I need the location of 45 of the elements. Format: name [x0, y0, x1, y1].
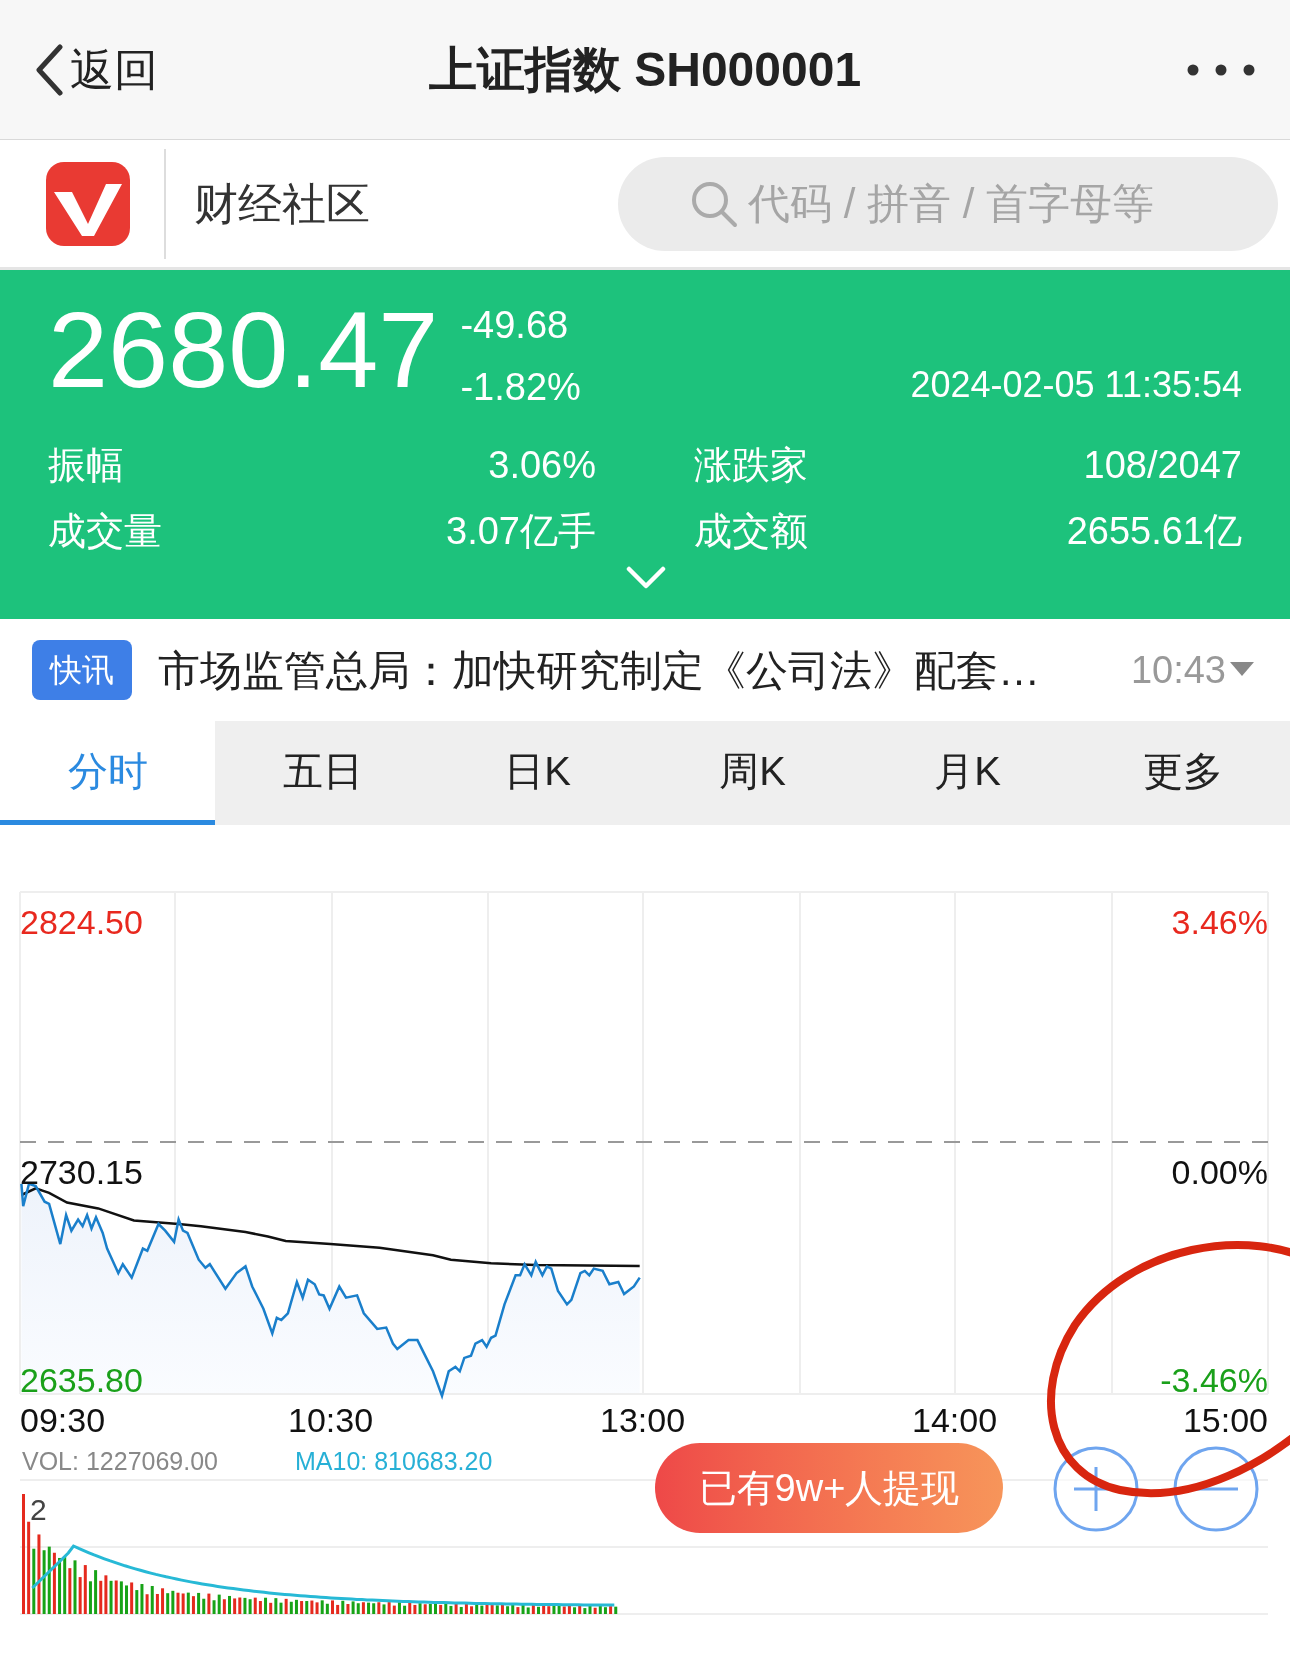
zoom-in-icon[interactable]: [1052, 1445, 1140, 1533]
axis-label: 2: [30, 1492, 47, 1528]
time-label: 09:30: [20, 1400, 106, 1441]
axis-label: 3.46%: [1171, 902, 1268, 943]
chart-tab[interactable]: 月K: [860, 721, 1075, 825]
stat-value: 3.06%: [488, 443, 596, 488]
search-field[interactable]: 代码 / 拼音 / 首字母等: [618, 156, 1278, 251]
axis-label: 2635.80: [20, 1360, 143, 1401]
chart-tab[interactable]: 周K: [645, 721, 860, 825]
community-title: 财经社区: [194, 177, 370, 230]
chart-tab[interactable]: 日K: [430, 721, 645, 825]
chevron-left-icon: [34, 43, 64, 96]
stat-value: 2655.61亿: [1066, 509, 1242, 554]
stat-label: 成交量: [48, 509, 162, 554]
current-price: 2680.47: [48, 290, 439, 410]
time-label: 15:00: [1182, 1400, 1268, 1441]
news-headline[interactable]: 市场监管总局：加快研究制定《公司法》配套…: [158, 638, 1040, 702]
axis-label: 2824.50: [20, 902, 143, 943]
logo-icon: [46, 161, 130, 246]
back-button[interactable]: 返回: [34, 36, 158, 103]
percent-change: -1.82%: [460, 365, 581, 410]
time-label: 14:00: [912, 1400, 998, 1441]
price-change: -49.68: [460, 303, 570, 348]
caret-down-icon[interactable]: [1230, 662, 1254, 678]
stat-label: 成交额: [694, 509, 808, 554]
news-badge: 快讯: [32, 640, 132, 700]
zoom-out-icon[interactable]: [1172, 1445, 1260, 1533]
timestamp: 2024-02-05 11:35:54: [910, 363, 1242, 407]
stat-value: 3.07亿手: [446, 509, 596, 554]
axis-label: 0.00%: [1171, 1152, 1268, 1193]
page-title: 上证指数 SH000001: [428, 42, 862, 98]
time-label: 13:00: [600, 1400, 686, 1441]
stat-label: 振幅: [48, 443, 124, 488]
time-label: 10:30: [288, 1400, 374, 1441]
search-icon: [690, 179, 738, 228]
volume-label: VOL: 1227069.00: [22, 1446, 218, 1477]
news-time: 10:43: [1130, 647, 1226, 693]
more-icon[interactable]: [1186, 62, 1256, 77]
stat-label: 涨跌家: [694, 443, 808, 488]
ma-label: MA10: 810683.20: [295, 1446, 493, 1477]
chart-tab[interactable]: 五日: [215, 721, 430, 825]
chart-tab[interactable]: 更多: [1075, 721, 1290, 825]
axis-label: 2730.15: [20, 1152, 143, 1193]
axis-label: -3.46%: [1160, 1360, 1268, 1401]
stat-value: 108/2047: [1083, 443, 1242, 488]
